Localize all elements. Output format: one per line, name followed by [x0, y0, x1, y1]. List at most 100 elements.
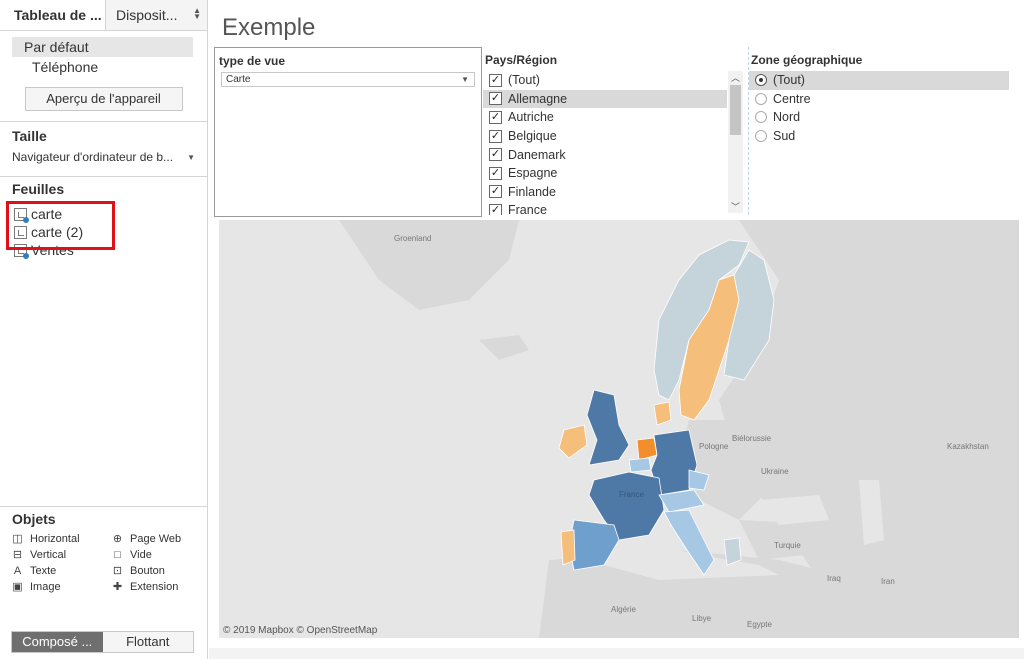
region-belgium	[628, 457, 652, 473]
chevron-down-icon: ▼	[461, 75, 469, 84]
tab-layout[interactable]: Disposit... ▲ ▼	[105, 0, 207, 30]
divider	[0, 176, 207, 177]
country-label: Finlande	[508, 184, 556, 199]
layout-mode-toggle: Composé ... Flottant	[11, 631, 194, 653]
map-credit: © 2019 Mapbox © OpenStreetMap	[223, 625, 378, 636]
scrollbar-thumb[interactable]	[730, 85, 741, 135]
text-icon: A	[13, 564, 22, 577]
zone-label: Centre	[773, 91, 811, 106]
map-label-bielorussie: Biélorussie	[732, 434, 772, 443]
object-image[interactable]: ▣ Image	[12, 581, 112, 593]
land-iceland	[479, 335, 529, 360]
country-filter: Pays/Région ✓ (Tout) ✓ Allemagne ✓ Autriche…	[483, 47, 745, 215]
checkbox-checked-icon[interactable]: ✓	[489, 148, 502, 162]
object-page-web[interactable]: ⊕ Page Web	[112, 533, 212, 545]
object-label: Vide	[130, 549, 152, 561]
country-label: France	[508, 203, 547, 215]
view-type-dropdown[interactable]: Carte ▼	[221, 72, 475, 87]
radio-icon[interactable]	[755, 92, 767, 105]
footer-bar	[209, 648, 1024, 659]
view-type-title: type de vue	[219, 54, 286, 68]
object-label: Horizontal	[30, 533, 80, 545]
checkbox-checked-icon[interactable]: ✓	[489, 92, 502, 106]
sidebar-tabs: Tableau de ... Disposit... ▲ ▼	[0, 0, 207, 31]
radio-icon[interactable]	[755, 111, 767, 124]
country-item[interactable]: ✓ Finlande	[483, 183, 727, 202]
device-default[interactable]: Par défaut	[12, 37, 193, 57]
tab-dashboard[interactable]: Tableau de ...	[0, 0, 105, 30]
vertical-icon: ⊟	[12, 548, 23, 561]
country-item[interactable]: ✓ Belgique	[483, 127, 727, 146]
device-preview-section: Par défaut Téléphone	[0, 31, 207, 77]
country-label: Danemark	[508, 147, 566, 162]
object-vide[interactable]: □ Vide	[112, 549, 212, 561]
object-vertical[interactable]: ⊟ Vertical	[12, 549, 112, 561]
checkbox-checked-icon[interactable]: ✓	[489, 129, 502, 143]
size-dropdown[interactable]: Navigateur d'ordinateur de b... ▼	[12, 150, 195, 164]
checkbox-checked-icon[interactable]: ✓	[489, 203, 502, 215]
region-ireland	[558, 424, 588, 459]
object-texte[interactable]: A Texte	[12, 565, 112, 577]
object-label: Extension	[130, 581, 179, 593]
country-filter-title: Pays/Région	[485, 53, 558, 67]
country-item[interactable]: ✓ France	[483, 201, 727, 215]
device-preview-button[interactable]: Aperçu de l'appareil	[24, 87, 183, 111]
device-phone[interactable]: Téléphone	[12, 57, 193, 77]
checkbox-checked-icon[interactable]: ✓	[489, 73, 502, 87]
tiled-button[interactable]: Composé ...	[12, 632, 103, 652]
map-label-iran: Iran	[881, 577, 895, 586]
country-label: (Tout)	[508, 73, 540, 88]
zone-item[interactable]: Centre	[749, 90, 1009, 109]
checkbox-checked-icon[interactable]: ✓	[489, 166, 502, 180]
sheets-title: Feuilles	[12, 181, 65, 197]
country-item[interactable]: ✓ Autriche	[483, 108, 727, 127]
water-black-sea	[759, 495, 829, 525]
checkbox-checked-icon[interactable]: ✓	[489, 110, 502, 124]
radio-icon[interactable]	[755, 130, 767, 143]
object-horizontal[interactable]: ◫ Horizontal	[12, 533, 112, 545]
objects-grid: ◫ Horizontal ⊕ Page Web ⊟ Vertical □ Vide AT…	[0, 527, 207, 599]
region-greece	[723, 537, 742, 566]
country-item[interactable]: ✓ Allemagne	[483, 89, 727, 109]
zone-label: (Tout)	[773, 73, 805, 88]
object-label: Image	[30, 581, 61, 593]
size-title: Taille	[12, 128, 47, 144]
map-label-groenland: Groenland	[394, 234, 432, 243]
country-label: Belgique	[508, 129, 557, 144]
object-bouton[interactable]: ⊡ Bouton	[112, 565, 212, 577]
dashboard-sidebar: Tableau de ... Disposit... ▲ ▼ Par défaut…	[0, 0, 208, 659]
scroll-up-icon[interactable]: ︿	[728, 71, 743, 84]
objects-title: Objets	[12, 511, 56, 527]
zone-filter: Zone géographique (Tout) Centre Nord Sud	[748, 47, 1024, 215]
object-extension[interactable]: ✚ Extension	[112, 581, 212, 593]
view-type-value: Carte	[226, 74, 251, 85]
scroll-down-icon[interactable]: ﹀	[728, 200, 743, 213]
object-label: Texte	[30, 565, 57, 577]
country-item[interactable]: ✓ Danemark	[483, 145, 727, 164]
dashboard-canvas: Exemple type de vue Carte ▼ Pays/Région …	[209, 0, 1024, 659]
floating-button[interactable]: Flottant	[102, 632, 193, 652]
country-scrollbar[interactable]: ︿ ﹀	[728, 71, 743, 213]
image-icon: ▣	[12, 580, 23, 593]
map-label-libye: Libye	[692, 614, 712, 623]
country-item[interactable]: ✓ Espagne	[483, 164, 727, 183]
zone-item[interactable]: Nord	[749, 108, 1009, 127]
spinner-arrows-icon[interactable]: ▲ ▼	[193, 7, 201, 21]
zone-item[interactable]: Sud	[749, 127, 1009, 146]
zone-item[interactable]: (Tout)	[749, 71, 1009, 90]
object-label: Bouton	[130, 565, 165, 577]
map-svg	[339, 220, 1019, 638]
dashboard-title: Exemple	[222, 14, 316, 41]
highlight-annotation	[6, 201, 115, 250]
europe-map[interactable]: Groenland Pologne Biélorussie Ukraine Ka…	[219, 220, 1019, 638]
country-label: Espagne	[508, 166, 558, 181]
country-label: Autriche	[508, 110, 554, 125]
radio-selected-icon[interactable]	[755, 74, 767, 87]
object-label: Vertical	[30, 549, 67, 561]
region-uk	[586, 389, 630, 466]
country-item[interactable]: ✓ (Tout)	[483, 71, 727, 90]
country-label: Allemagne	[508, 91, 568, 106]
map-label-ukraine: Ukraine	[761, 467, 789, 476]
checkbox-checked-icon[interactable]: ✓	[489, 185, 502, 199]
region-denmark	[653, 401, 672, 426]
